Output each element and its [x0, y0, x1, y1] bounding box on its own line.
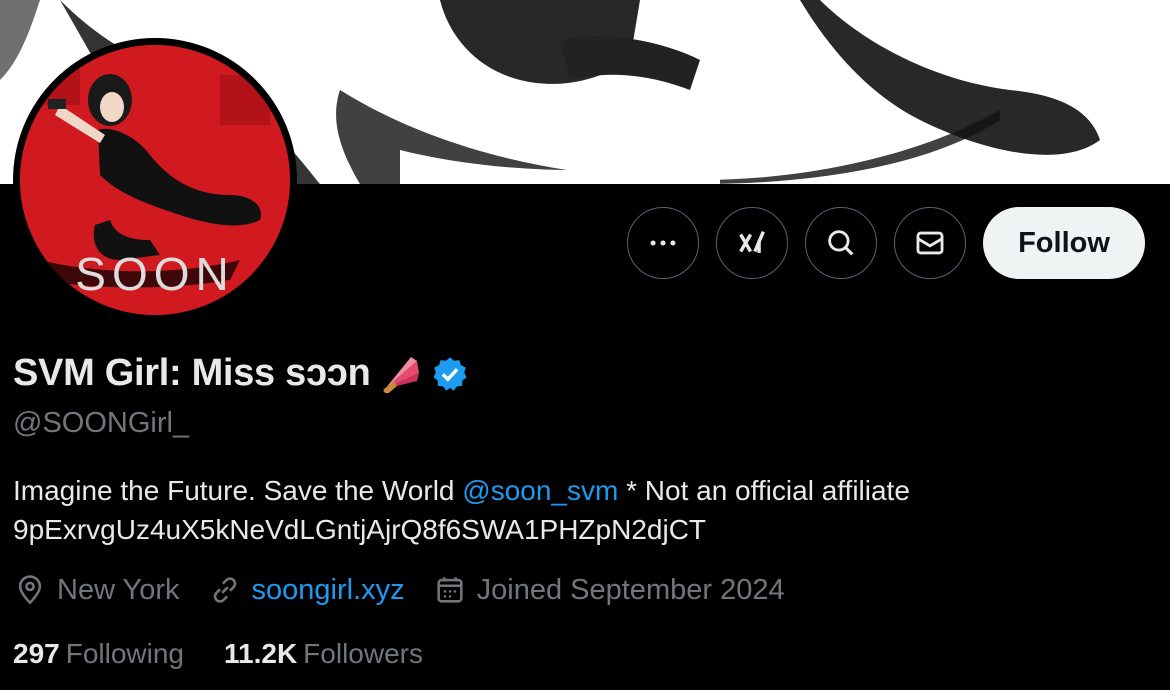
bio-line-2: 9pExrvgUz4uX5kNeVdLGntjAjrQ8f6SWA1PHZpN2…	[13, 514, 707, 545]
verified-badge-icon[interactable]	[431, 355, 469, 393]
link-icon	[213, 577, 236, 603]
more-button[interactable]	[627, 207, 699, 279]
name-row: SVM Girl: Miss sɔɔn	[13, 352, 469, 395]
website[interactable]: soongirl.xyz	[208, 573, 405, 607]
avatar[interactable]: SOON	[13, 38, 297, 322]
grok-icon	[739, 230, 765, 253]
followers-count: 11.2K	[224, 638, 298, 669]
fan-emoji-icon	[383, 356, 419, 393]
handle: @SOONGirl_	[13, 407, 190, 439]
display-name: SVM Girl: Miss sɔɔn	[13, 352, 371, 394]
message-icon	[916, 231, 944, 255]
website-link[interactable]: soongirl.xyz	[252, 574, 405, 607]
bio-line-1: Imagine the Future. Save the World @soon…	[13, 471, 1113, 510]
following-count: 297	[13, 638, 60, 669]
profile-stats: 297 Following 11.2K Followers	[13, 638, 463, 670]
location-pin-icon	[18, 575, 42, 605]
bio-mention-link[interactable]: @soon_svm	[462, 475, 618, 506]
more-icon	[650, 240, 676, 246]
avatar-logo: SOON	[75, 248, 234, 300]
avatar-image: SOON	[20, 45, 290, 315]
followers-label: Followers	[303, 638, 423, 669]
followers-stat[interactable]: 11.2K Followers	[224, 638, 423, 670]
joined-text: Joined September 2024	[476, 573, 785, 606]
search-button[interactable]	[805, 207, 877, 279]
profile-meta: New York soongirl.xyz Joined September 2…	[13, 573, 813, 607]
joined-date: Joined September 2024	[433, 573, 785, 607]
location-text: New York	[57, 573, 180, 606]
search-icon	[828, 230, 854, 256]
bio-text-after: * Not an official affiliate	[618, 475, 910, 506]
bio-text: Imagine the Future. Save the World	[13, 475, 463, 506]
profile-actions: Follow	[627, 207, 1145, 279]
following-label: Following	[65, 638, 184, 669]
bio: Imagine the Future. Save the World @soon…	[13, 471, 1113, 549]
calendar-icon	[437, 577, 463, 603]
following-stat[interactable]: 297 Following	[13, 638, 184, 670]
follow-button[interactable]: Follow	[983, 207, 1145, 279]
message-button[interactable]	[894, 207, 966, 279]
grok-button[interactable]	[716, 207, 788, 279]
location: New York	[13, 573, 180, 607]
